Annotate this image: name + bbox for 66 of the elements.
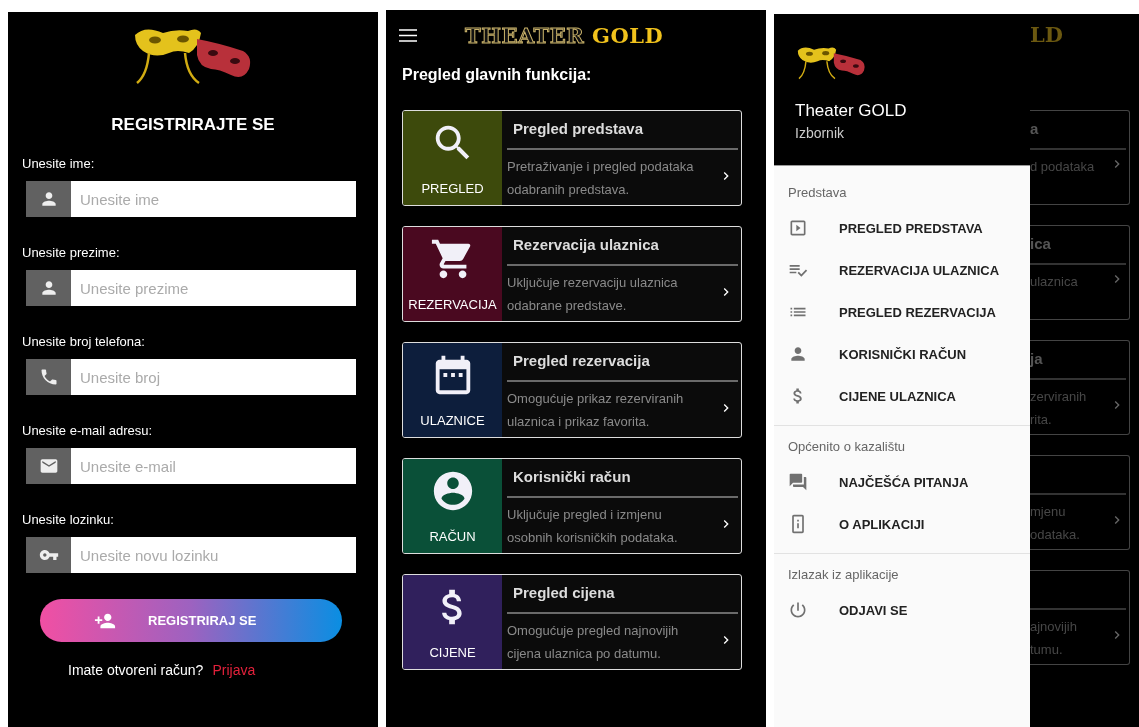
menu-item[interactable]: ODJAVI SE <box>774 589 1030 631</box>
field-label: Unesite lozinku: <box>22 512 115 528</box>
feature-card[interactable]: RAČUN Korisnički račun Uključuje pregled i izmjenu osobnih korisničkih podataka. <box>402 458 742 554</box>
menu-item[interactable]: CIJENE ULAZNICA <box>774 375 1030 417</box>
tile-label: ULAZNICE <box>420 413 485 428</box>
menu-section-title: Općenito o kazalištu <box>787 438 907 456</box>
register-button[interactable]: REGISTRIRAJ SE <box>40 599 342 642</box>
app-logo: THEATER GOLD <box>465 22 664 48</box>
login-link[interactable]: Prijava <box>212 662 256 678</box>
menu-item[interactable]: NAJČEŠĆA PITANJA <box>774 461 1030 503</box>
description-fragment: ulaznica <box>1030 272 1078 291</box>
card-title: Rezervacija ulaznica <box>513 236 660 254</box>
play-box-icon <box>788 218 808 238</box>
card-title: Pregled rezervacija <box>513 352 651 370</box>
description-fragment: d podataka <box>1030 157 1095 176</box>
menu-item[interactable]: KORISNIČKI RAČUN <box>774 333 1030 375</box>
feature-card[interactable]: REZERVACIJA Rezervacija ulaznica Uključuje rezervaciju ulaznica odabrane predstave. <box>402 226 742 322</box>
feature-card[interactable]: ULAZNICE Pregled rezervacija Omogućuje prikaz rezerviranih ulaznica i prikaz favorita. <box>402 342 742 438</box>
card-description: Uključuje rezervaciju ulaznica odabrane predstave. <box>507 274 679 315</box>
description-fragment: ajnovijih <box>1030 617 1077 636</box>
login-prompt: Imate otvoreni račun? <box>68 662 204 678</box>
field-label: Unesite e-mail adresu: <box>22 423 154 439</box>
feature-card[interactable]: CIJENE Pregled cijena Omogućuje pregled najnovijih cijena ulaznica po datumu. <box>402 574 742 670</box>
card-title: Pregled cijena <box>513 584 616 602</box>
card-description: Pretraživanje i pregled podataka odabranih predstava. <box>507 158 695 199</box>
menu-item[interactable]: PREGLED REZERVACIJA <box>774 291 1030 333</box>
field-label: Unesite broj telefona: <box>22 334 146 350</box>
input-field[interactable]: Unesite broj <box>71 359 356 395</box>
card-title-fragment: a <box>1030 120 1039 137</box>
input-field[interactable]: Unesite prezime <box>71 270 356 306</box>
menu-item[interactable]: PREGLED PREDSTAVA <box>774 207 1030 249</box>
tile-label: PREGLED <box>421 181 484 196</box>
menu-icon[interactable] <box>399 28 417 42</box>
card-title: Korisnički račun <box>513 468 632 486</box>
description-fragment: tumu. <box>1030 640 1064 659</box>
description-fragment: rita. <box>1030 410 1053 429</box>
tile-label: REZERVACIJA <box>408 297 497 312</box>
feature-card[interactable]: PREGLED Pregled predstava Pretraživanje i pregled podataka odabranih predstava. <box>402 110 742 206</box>
logo-fragment: LD <box>1030 23 1064 47</box>
card-title-fragment: ja <box>1030 350 1043 367</box>
chat-icon <box>788 472 808 492</box>
menu-item[interactable]: REZERVACIJA ULAZNICA <box>774 249 1030 291</box>
card-title-fragment: ica <box>1030 235 1051 252</box>
input-field[interactable]: Unesite ime <box>71 181 356 217</box>
menu-item[interactable]: O APLIKACIJI <box>774 503 1030 545</box>
description-fragment: mjenu <box>1030 502 1067 521</box>
description-fragment: odataka. <box>1030 525 1080 544</box>
description-fragment: zerviranih <box>1030 387 1087 406</box>
input-field[interactable]: Unesite novu lozinku <box>71 537 356 573</box>
input-field[interactable]: Unesite e-mail <box>71 448 356 484</box>
screen-title: REGISTRIRAJTE SE <box>110 115 276 135</box>
tile-label: CIJENE <box>429 645 476 660</box>
tile-label: RAČUN <box>429 529 476 544</box>
card-title: Pregled predstava <box>513 120 645 138</box>
section-heading: Pregled glavnih funkcija: <box>402 65 593 85</box>
envelope-icon <box>38 456 59 476</box>
card-description: Omogućuje pregled najnovijih cijena ulaznica po datumu. <box>507 622 680 663</box>
card-description: Omogućuje prikaz rezerviranih ulaznica i prikaz favorita. <box>507 390 685 431</box>
field-label: Unesite ime: <box>22 156 96 172</box>
card-description: Uključuje pregled i izmjenu osobnih korisničkih podataka. <box>507 506 679 547</box>
power-icon <box>788 600 808 620</box>
drawer-title: Theater GOLD <box>795 101 908 121</box>
menu-section-title: Izlazak iz aplikacije <box>787 566 900 584</box>
drawer-subtitle: Izbornik <box>795 124 846 142</box>
field-label: Unesite prezime: <box>22 245 121 261</box>
menu-section-title: Predstava <box>787 184 848 202</box>
